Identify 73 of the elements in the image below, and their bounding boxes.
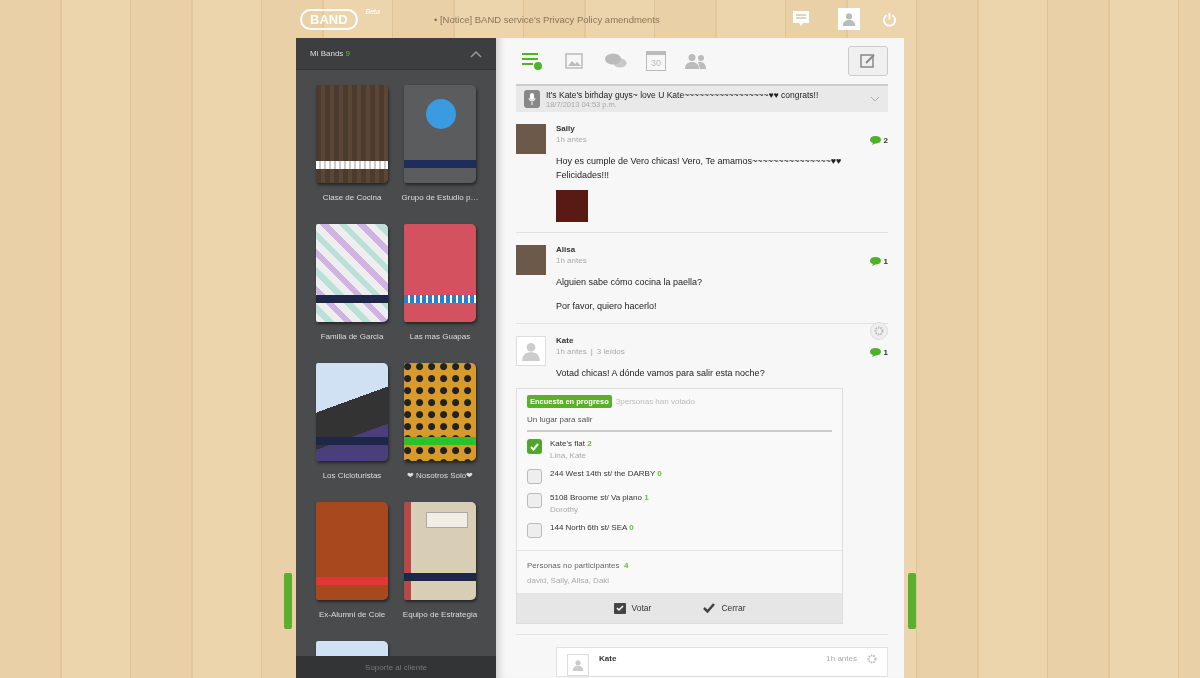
person-icon [842,12,856,26]
poll-checkbox[interactable] [527,523,542,538]
option-label: Kate's flat 2 [550,439,592,448]
option-label: 244 West 14th st/ the DARBY 0 [550,469,662,478]
chat-icon [605,53,627,69]
vote-button[interactable]: Votar [607,601,658,615]
poll-question: Un lugar para salir [527,408,832,432]
band-name[interactable]: ❤ Nosotros Solo❤ [406,471,474,480]
check-icon [530,442,539,451]
side-tab[interactable] [908,573,916,629]
comment-icon [869,257,881,266]
option-voters: Dorothy [550,505,579,514]
band-name[interactable]: Clase de Cocina [322,193,382,202]
option-label: 5108 Broome st/ Va piano 1 [550,493,649,502]
separator: | [590,347,593,356]
option-label: 144 North 6th st/ SEA 0 [550,523,634,532]
author-name[interactable]: Kate [556,336,888,345]
poll-checkbox[interactable] [527,469,542,484]
band-name[interactable]: Grupo de Estudio p… [401,193,479,202]
comment-icon [869,136,881,145]
avatar-placeholder[interactable] [567,654,589,676]
settings-button[interactable] [870,322,888,340]
post-time: 1h antes [556,135,587,144]
image-icon [565,53,583,69]
band-cover[interactable] [404,363,476,461]
poll-checkbox[interactable] [527,493,542,508]
avatar-photo[interactable] [516,124,546,154]
post-text: Votad chicas! A dónde vamos para salir esta noche? [556,367,766,380]
microphone-icon [524,90,540,108]
check-icon [703,603,716,613]
comment-count[interactable]: 2 [869,136,888,145]
side-tab[interactable] [284,573,292,629]
close-poll-button[interactable]: Cerrar [697,602,752,614]
avatar-placeholder[interactable] [516,336,546,366]
compose-button[interactable] [848,46,888,76]
person-icon [521,341,541,361]
band-cover[interactable] [316,363,388,461]
author-name[interactable]: Kate [599,654,817,670]
sidebar-title: Mi Bands 9 [310,49,351,58]
option-voters: Lina, Kate [550,451,588,460]
band-name[interactable]: Equipo de Estrategia [402,610,478,619]
chevron-down-icon[interactable] [870,96,880,102]
band-name[interactable]: Las mas Guapas [409,332,471,341]
poll-checkbox[interactable] [527,439,542,454]
avatar-photo[interactable] [516,245,546,275]
edit-icon [860,53,876,69]
non-participants-label: Personas no participantes 4 [527,561,630,570]
band-name[interactable]: Familia de Garcia [320,332,384,341]
collapse-icon[interactable] [470,49,482,58]
notice-text: It's Kate's birhday guys~ love U Kate~~~~~~~~~~~~~~~~~♥♥ congrats!! [546,89,820,100]
profile-icon[interactable] [838,8,860,30]
post-time: 1h antes [556,347,587,356]
post-text: Alguien sabe cómo cocina la paella? [556,276,704,289]
post-text: Por favor, quiero hacerlo! [556,300,658,313]
band-cover[interactable] [316,85,388,183]
comment-count[interactable]: 1 [869,348,888,357]
author-name[interactable]: Sally [556,124,888,133]
people-icon [685,53,707,69]
band-name[interactable]: Los Cicloturistas [322,471,382,480]
post-time: 1h antes [556,256,587,265]
non-participants-list: david, Sally, Alisa, Daki [527,576,832,585]
comment-count[interactable]: 1 [869,257,888,266]
post-time: 1h antes [826,654,857,665]
band-cover[interactable] [404,502,476,600]
band-name[interactable]: Ex-Alumni de Cole [318,610,386,619]
ballot-icon [613,602,626,614]
author-name[interactable]: Alisa [556,245,888,254]
person-icon [572,659,584,671]
comment-icon [869,348,881,357]
post-text: Hoy es cumple de Vero chicas! Vero, Te amamos~~~~~~~~~~~~~~~♥♥ Felicidades!!! [556,155,843,182]
band-cover[interactable] [316,224,388,322]
list-icon [522,52,542,70]
photo-placeholder[interactable] [556,190,588,222]
